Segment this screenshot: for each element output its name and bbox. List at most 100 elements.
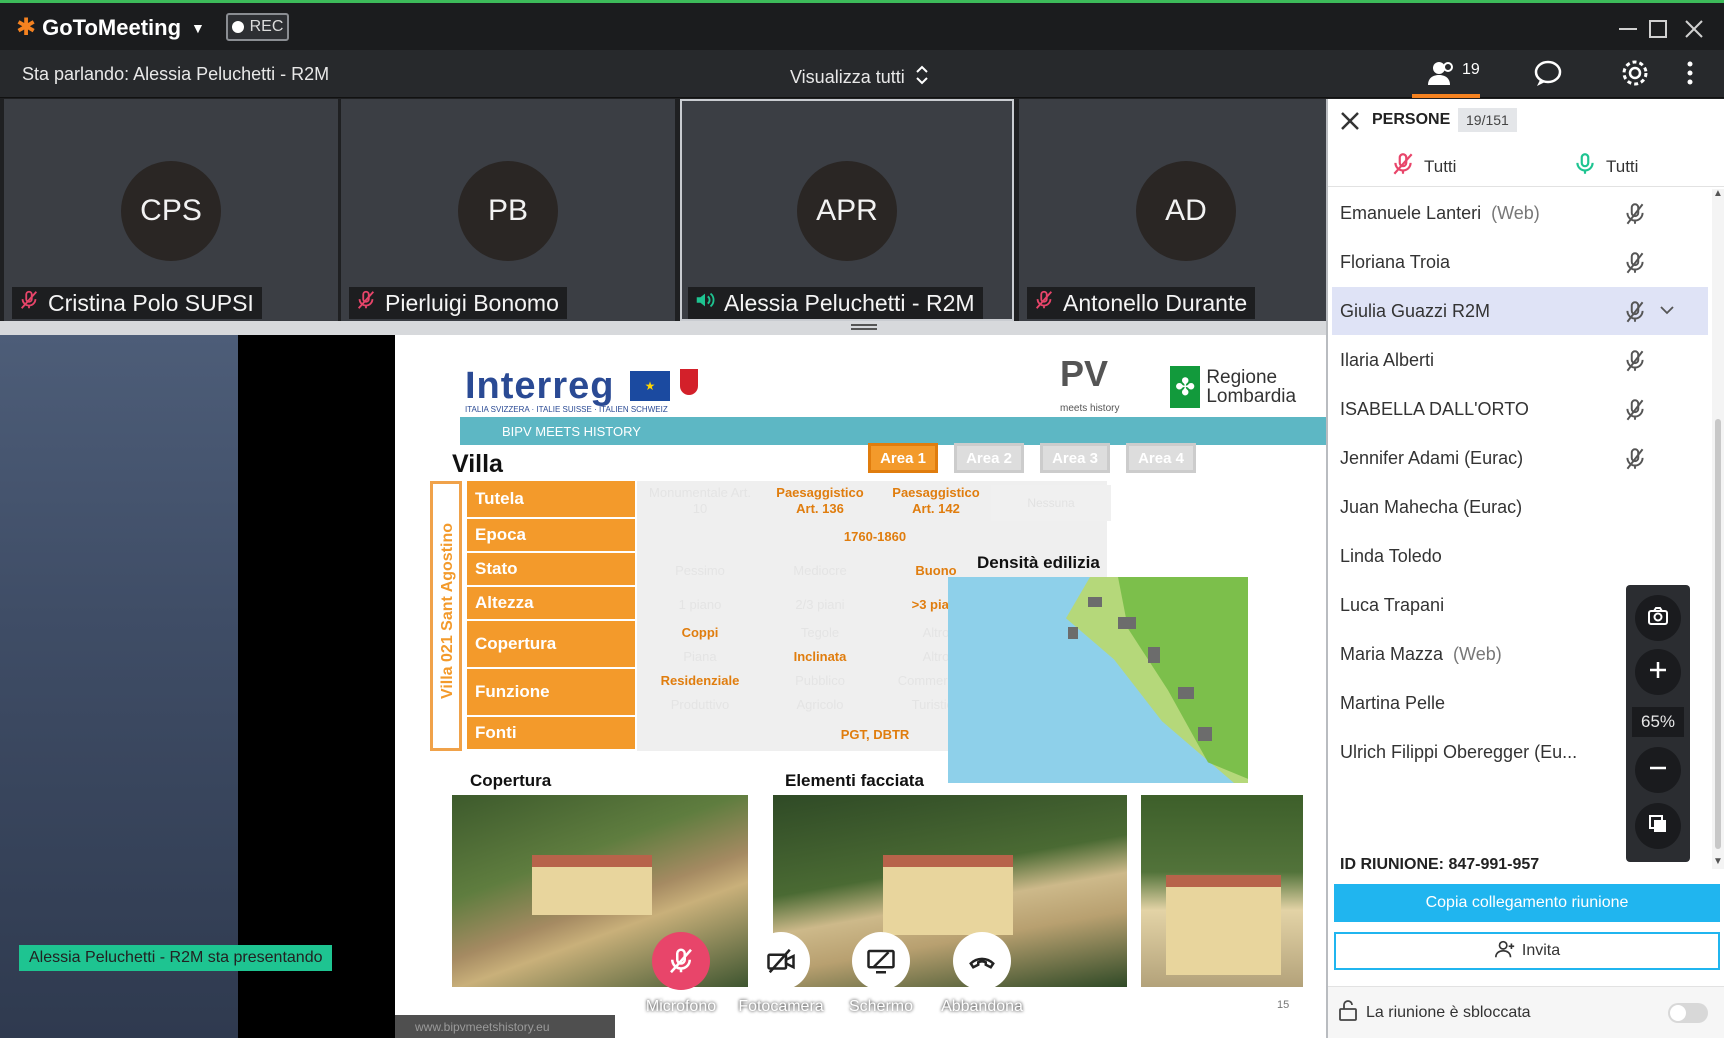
mic-muted-icon [1033, 289, 1055, 317]
lock-meeting-toggle[interactable] [1668, 1003, 1708, 1023]
chevron-down-icon: ▼ [191, 19, 205, 36]
copy-window-icon [1646, 812, 1670, 841]
close-window-icon[interactable] [1682, 17, 1706, 41]
plus-icon [1646, 658, 1670, 687]
grid-cell: Tegole [800, 625, 840, 640]
leave-meeting-control[interactable]: Abbandona [932, 932, 1032, 1016]
copy-meeting-link-button[interactable]: Copia collegamento riunione [1334, 884, 1720, 922]
vertical-title: Villa 021 Sant Agostino [439, 522, 456, 700]
eu-flag-icon: ★ [630, 371, 670, 401]
control-label: Schermo [848, 998, 914, 1015]
avatar: APR [797, 161, 897, 261]
grid-cell: Monumentale Art. 10 [649, 485, 751, 516]
tiles-resize-divider[interactable] [0, 321, 1326, 335]
mic-muted-icon[interactable] [1622, 348, 1648, 374]
close-icon[interactable] [1338, 109, 1362, 133]
invite-button[interactable]: Invita [1334, 932, 1720, 970]
mic-muted-icon[interactable] [1622, 201, 1648, 227]
mic-muted-icon[interactable] [1622, 299, 1648, 325]
scroll-down-icon[interactable]: ▼ [1713, 857, 1723, 867]
view-all-label: Visualizza tutti [790, 67, 905, 87]
screen-share-off-icon [852, 932, 910, 990]
unmute-all-button[interactable]: Tutti [1572, 151, 1638, 182]
mute-all-button[interactable]: Tutti [1390, 151, 1456, 182]
title-bar: ✱ GoToMeeting ▼ REC [0, 0, 1724, 50]
participant-row[interactable]: Emanuele Lanteri (Web) [1332, 189, 1708, 237]
hang-up-icon [953, 932, 1011, 990]
participant-label: Alessia Peluchetti - R2M [688, 287, 983, 319]
gotomeeting-logo-icon: ✱ [16, 14, 37, 41]
brand-menu[interactable]: ✱ GoToMeeting ▼ [16, 13, 205, 42]
fit-to-window-button[interactable] [1635, 803, 1681, 849]
screen-share-control[interactable]: Schermo [831, 932, 931, 1016]
villa-building [532, 855, 652, 915]
people-panel-header: PERSONE 19/151 [1328, 99, 1724, 143]
camera-control[interactable]: Fotocamera [731, 932, 831, 1016]
maximize-icon[interactable] [1646, 17, 1670, 41]
avatar: PB [458, 161, 558, 261]
mic-muted-icon [652, 932, 710, 990]
map-building [1068, 627, 1078, 639]
people-button[interactable]: 19 [1426, 58, 1480, 92]
villa-building [883, 855, 1013, 935]
participant-name: Ulrich Filippi Oberegger (Eu... [1340, 741, 1578, 762]
participant-name: Ilaria Alberti [1340, 349, 1435, 370]
people-list-scrollbar[interactable]: ▲ ▼ [1712, 189, 1724, 869]
grid-cell: Coppi [681, 625, 719, 640]
screenshot-button[interactable] [1635, 595, 1681, 641]
participant-row[interactable]: Floriana Troia [1332, 238, 1708, 286]
grid-cell: Piana [683, 649, 717, 664]
speaker-volume-icon [694, 289, 716, 317]
record-button[interactable]: REC [226, 13, 289, 41]
participant-row[interactable]: Linda Toledo [1332, 532, 1708, 580]
participant-row[interactable]: Ilaria Alberti [1332, 336, 1708, 384]
vertical-title-box: Villa 021 Sant Agostino [430, 481, 462, 751]
mic-muted-icon[interactable] [1622, 397, 1648, 423]
minus-icon [1646, 756, 1670, 785]
scrollbar-thumb[interactable] [1715, 419, 1721, 849]
gear-icon [1619, 57, 1651, 94]
map-building [1118, 617, 1136, 629]
participant-tile-active-speaker[interactable]: APR Alessia Peluchetti - R2M [680, 99, 1014, 321]
bipv-logo: PV [1060, 353, 1109, 394]
grid-cell: 1 piano [678, 597, 722, 612]
scroll-up-icon[interactable]: ▲ [1713, 189, 1723, 199]
grid-cell: Agricolo [796, 697, 844, 712]
video-tiles-strip: CPS Cristina Polo SUPSI PB Pierluigi Bon… [0, 99, 1353, 321]
participant-tile[interactable]: PB Pierluigi Bonomo [341, 99, 675, 321]
toggle-knob [1670, 1005, 1686, 1021]
more-options-button[interactable] [1684, 58, 1696, 92]
lock-status-label: La riunione è sbloccata [1366, 1003, 1531, 1021]
settings-button[interactable] [1619, 58, 1651, 92]
row-label: Fonti [467, 717, 635, 751]
participant-tile[interactable]: CPS Cristina Polo SUPSI [4, 99, 338, 321]
mic-muted-icon[interactable] [1622, 446, 1648, 472]
participant-tile[interactable]: AD Antonello Durante [1019, 99, 1353, 321]
participant-row[interactable]: ISABELLA DALL'ORTO [1332, 385, 1708, 433]
map-building [1178, 687, 1194, 699]
grid-cell: Produttivo [670, 697, 730, 712]
view-all-selector[interactable]: Visualizza tutti [790, 64, 929, 91]
people-active-indicator [1412, 94, 1480, 98]
mic-muted-icon[interactable] [1622, 250, 1648, 276]
meeting-id: ID RIUNIONE: 847-991-957 [1340, 856, 1540, 873]
zoom-in-button[interactable] [1635, 649, 1681, 695]
control-label: Microfono [645, 998, 717, 1015]
row-label: Funzione [467, 669, 635, 717]
density-title: Densità edilizia [977, 553, 1100, 572]
chevron-down-icon[interactable] [1658, 301, 1676, 319]
participant-name: Alessia Peluchetti - R2M [724, 289, 975, 316]
facciata-title: Elementi facciata [785, 771, 924, 790]
minimize-icon[interactable] [1616, 17, 1640, 41]
camera-icon [1646, 604, 1670, 633]
microphone-control[interactable]: Microfono [631, 932, 731, 1016]
participant-row[interactable]: Giulia Guazzi R2M [1332, 287, 1708, 335]
chat-button[interactable] [1532, 58, 1564, 92]
participant-row[interactable]: Jennifer Adami (Eurac) [1332, 434, 1708, 482]
control-label: Abbandona [941, 998, 1023, 1015]
participant-row[interactable]: Juan Mahecha (Eurac) [1332, 483, 1708, 531]
avatar: CPS [121, 161, 221, 261]
grid-cell: 2/3 piani [795, 597, 845, 612]
grid-cell: Residenziale [660, 673, 740, 688]
zoom-out-button[interactable] [1635, 747, 1681, 793]
